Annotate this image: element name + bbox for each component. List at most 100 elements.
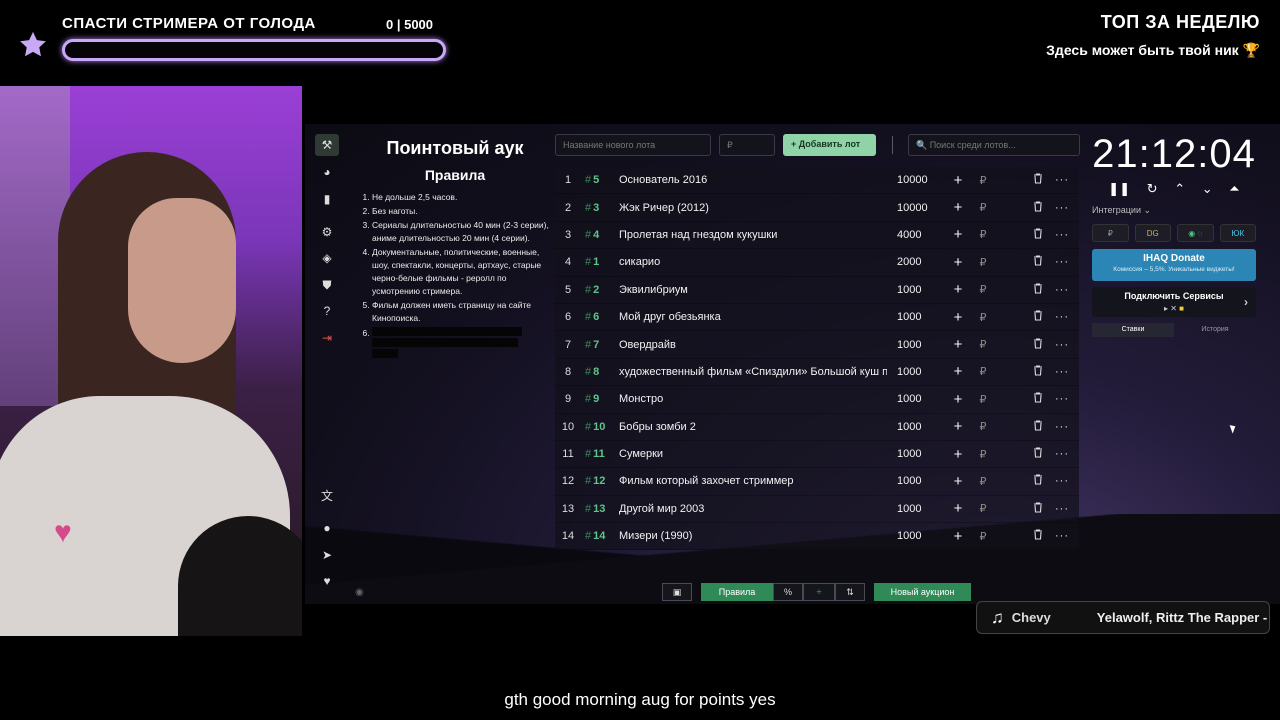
ruble-icon[interactable]: ₽ bbox=[973, 365, 993, 378]
lot-name[interactable]: сикарио bbox=[619, 256, 887, 268]
github-icon[interactable]: ● bbox=[315, 517, 339, 539]
restart-icon[interactable]: ↻ bbox=[1147, 181, 1158, 197]
pause-icon[interactable]: ❚❚ bbox=[1108, 181, 1130, 197]
ruble-icon[interactable]: ₽ bbox=[973, 174, 993, 187]
more-icon[interactable]: ··· bbox=[1051, 229, 1073, 241]
new-auction-button[interactable]: Новый аукцион bbox=[874, 583, 971, 601]
ruble-icon[interactable]: ₽ bbox=[973, 448, 993, 461]
lot-name[interactable]: Другой мир 2003 bbox=[619, 503, 887, 515]
trash-icon[interactable] bbox=[1033, 529, 1047, 543]
lot-name[interactable]: Фильм который захочет стриммер bbox=[619, 475, 887, 487]
integration-chip[interactable]: ЮК bbox=[1219, 224, 1256, 242]
more-icon[interactable]: ··· bbox=[1051, 256, 1073, 268]
plus-icon[interactable]: + bbox=[949, 528, 967, 545]
layers-icon[interactable]: ◈ bbox=[315, 247, 339, 269]
lot-row[interactable]: 12 #12 Фильм который захочет стриммер 1000 +… bbox=[555, 468, 1079, 496]
lot-row[interactable]: 3 #4 Пролетая над гнездом кукушки 4000 + ₽ ··· bbox=[555, 221, 1079, 250]
chevron-up-icon[interactable]: ⌃ bbox=[1174, 181, 1185, 197]
translate-icon[interactable]: 文 bbox=[315, 484, 339, 506]
telegram-icon[interactable]: ➤ bbox=[315, 544, 339, 566]
lot-row[interactable]: 5 #2 Эквилибриум 1000 + ₽ ··· bbox=[555, 276, 1079, 304]
lot-name[interactable]: Пролетая над гнездом кукушки bbox=[619, 229, 887, 241]
ruble-icon[interactable]: ₽ bbox=[973, 420, 993, 433]
trash-icon[interactable] bbox=[1033, 474, 1047, 488]
new-lot-input[interactable]: Название нового лота bbox=[555, 134, 711, 156]
plus-icon[interactable]: + bbox=[949, 446, 967, 463]
trash-icon[interactable] bbox=[1033, 228, 1047, 242]
lot-row[interactable]: 14 #14 Мизери (1990) 1000 + ₽ ··· bbox=[555, 523, 1079, 551]
trash-icon[interactable] bbox=[1033, 337, 1047, 352]
lot-amount-input[interactable]: ₽ bbox=[719, 134, 775, 156]
plus-icon[interactable]: + bbox=[949, 336, 967, 353]
plus-icon[interactable]: + bbox=[949, 309, 967, 326]
plus-icon[interactable]: + bbox=[949, 281, 967, 298]
ruble-icon[interactable]: ₽ bbox=[973, 201, 993, 214]
ruble-icon[interactable]: ₽ bbox=[973, 530, 993, 543]
trash-icon[interactable] bbox=[1033, 365, 1047, 379]
plus-icon[interactable]: + bbox=[949, 500, 967, 517]
eye-icon[interactable]: ◉ bbox=[355, 587, 364, 598]
lot-name[interactable]: Жэк Ричер (2012) bbox=[619, 202, 887, 214]
percent-icon[interactable]: % bbox=[773, 583, 803, 601]
ruble-icon[interactable]: ₽ bbox=[973, 283, 993, 296]
lot-name[interactable]: художественный фильм «Спиздили» Большой … bbox=[619, 366, 887, 378]
trash-icon[interactable] bbox=[1033, 283, 1047, 297]
ruble-icon[interactable]: ₽ bbox=[973, 475, 993, 488]
lot-name[interactable]: Мой друг обезьянка bbox=[619, 311, 887, 323]
double-chevron-up-icon[interactable]: ⏶ bbox=[1229, 181, 1239, 197]
lot-row[interactable]: 1 #5 Основатель 2016 10000 + ₽ ··· bbox=[555, 167, 1079, 195]
ruble-icon[interactable]: ₽ bbox=[973, 338, 993, 351]
save-icon[interactable]: ▣ bbox=[662, 583, 692, 601]
gear-icon[interactable]: ⚙ bbox=[315, 221, 339, 243]
trash-icon[interactable] bbox=[1033, 420, 1047, 434]
ruble-icon[interactable]: ₽ bbox=[973, 393, 993, 406]
more-icon[interactable]: ··· bbox=[1051, 448, 1073, 460]
plus-icon[interactable]: + bbox=[949, 363, 967, 380]
lot-name[interactable]: Мизери (1990) bbox=[619, 530, 887, 542]
more-icon[interactable]: ··· bbox=[1051, 530, 1073, 542]
lot-row[interactable]: 2 #3 Жэк Ричер (2012) 10000 + ₽ ··· bbox=[555, 194, 1079, 222]
more-icon[interactable]: ··· bbox=[1051, 339, 1073, 351]
plus-icon[interactable]: + bbox=[949, 473, 967, 490]
plus-icon[interactable]: + bbox=[949, 226, 967, 243]
lot-name[interactable]: Сумерки bbox=[619, 448, 887, 460]
lot-row[interactable]: 6 #6 Мой друг обезьянка 1000 + ₽ ··· bbox=[555, 303, 1079, 332]
ihaq-donate-button[interactable]: IHAQ Donate Комиссия – 5,5%. Уникальные … bbox=[1092, 249, 1256, 281]
more-icon[interactable]: ··· bbox=[1051, 421, 1073, 433]
trash-icon[interactable] bbox=[1033, 173, 1047, 187]
more-icon[interactable]: ··· bbox=[1051, 393, 1073, 405]
trash-icon[interactable] bbox=[1033, 201, 1047, 215]
lot-name[interactable]: Основатель 2016 bbox=[619, 174, 887, 186]
more-icon[interactable]: ··· bbox=[1051, 284, 1073, 296]
trash-icon[interactable] bbox=[1033, 310, 1047, 324]
lot-name[interactable]: Монстро bbox=[619, 393, 887, 405]
integrations-toggle[interactable]: Интеграции ⌄ bbox=[1092, 205, 1256, 216]
logout-icon[interactable]: ⇥ bbox=[315, 327, 339, 349]
lot-name[interactable]: Эквилибриум bbox=[619, 284, 887, 296]
tab-bids[interactable]: Ставки bbox=[1092, 323, 1174, 337]
integration-chip[interactable]: DG bbox=[1134, 224, 1171, 242]
ruble-icon[interactable]: ₽ bbox=[973, 228, 993, 241]
ruble-icon[interactable]: ₽ bbox=[973, 256, 993, 269]
stats-icon[interactable]: ▮ bbox=[315, 188, 339, 210]
lot-row[interactable]: 8 #8 художественный фильм «Спиздили» Больш… bbox=[555, 358, 1079, 387]
lot-row[interactable]: 7 #7 Овердрайв 1000 + ₽ ··· bbox=[555, 331, 1079, 359]
plus-icon[interactable]: + bbox=[949, 172, 967, 189]
more-icon[interactable]: ··· bbox=[1051, 503, 1073, 515]
lot-name[interactable]: Бобры зомби 2 bbox=[619, 421, 887, 433]
more-icon[interactable]: ··· bbox=[1051, 475, 1073, 487]
plus-icon[interactable]: + bbox=[949, 418, 967, 435]
sort-icon[interactable]: ⇅ bbox=[835, 583, 865, 601]
help-icon[interactable]: ? bbox=[315, 300, 339, 322]
ruble-icon[interactable]: ₽ bbox=[973, 311, 993, 324]
plus-icon[interactable]: + bbox=[949, 391, 967, 408]
integration-chip[interactable]: ₽ bbox=[1092, 224, 1129, 242]
wheel-icon[interactable]: ◕ bbox=[315, 161, 339, 183]
trash-icon[interactable] bbox=[1033, 502, 1047, 516]
tab-history[interactable]: История bbox=[1174, 323, 1256, 337]
chevron-down-icon[interactable]: ⌄ bbox=[1202, 181, 1213, 197]
lot-row[interactable]: 4 #1 сикарио 2000 + ₽ ··· bbox=[555, 249, 1079, 277]
plus-icon[interactable]: + bbox=[949, 199, 967, 216]
ruble-icon[interactable]: ₽ bbox=[973, 502, 993, 515]
lot-row[interactable]: 10 #10 Бобры зомби 2 1000 + ₽ ··· bbox=[555, 413, 1079, 441]
